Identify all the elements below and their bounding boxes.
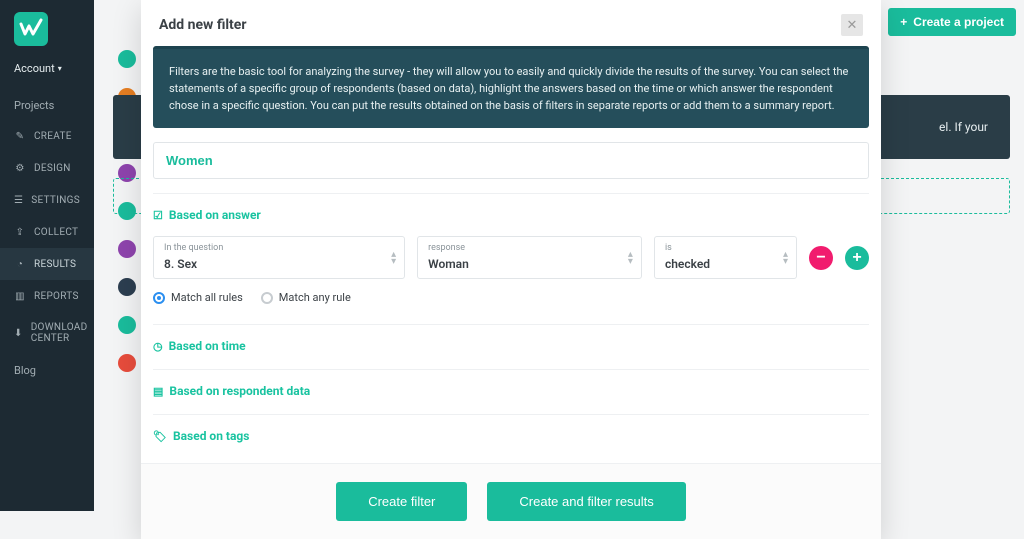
nav-label: REPORTS: [34, 291, 79, 302]
rule-row: In the question 8. Sex ▴▾ response Woman…: [153, 236, 869, 279]
updown-icon: ▴▾: [628, 251, 633, 265]
reports-icon: ▥: [14, 290, 26, 302]
filter-name-input[interactable]: [153, 142, 869, 179]
check-square-icon: ☑: [153, 209, 163, 222]
close-icon: ✕: [847, 17, 858, 33]
nav-label: DESIGN: [34, 163, 71, 174]
section-based-on-time: ◷ Based on time: [153, 324, 869, 369]
radio-label: Match all rules: [171, 291, 243, 304]
create-icon: ✎: [14, 130, 26, 142]
section-based-on-respondent: ▤ Based on respondent data: [153, 369, 869, 414]
response-select[interactable]: response Woman ▴▾: [417, 236, 642, 279]
section-toggle-time[interactable]: ◷ Based on time: [153, 339, 869, 363]
nav-label: COLLECT: [34, 227, 78, 238]
add-rule-button[interactable]: +: [845, 246, 869, 270]
modal-footer: Create filter Create and filter results: [141, 463, 881, 539]
nav-item-design[interactable]: ⚙ DESIGN: [0, 152, 94, 184]
create-and-filter-button[interactable]: Create and filter results: [487, 482, 685, 521]
nav-label: SETTINGS: [31, 195, 80, 206]
select-value: checked: [665, 257, 710, 271]
select-label: is: [665, 243, 774, 253]
nav-item-download-center[interactable]: ⬇ DOWNLOAD CENTER: [0, 312, 94, 354]
remove-rule-button[interactable]: −: [809, 246, 833, 270]
nav-section-title: Projects: [0, 89, 94, 120]
question-select[interactable]: In the question 8. Sex ▴▾: [153, 236, 405, 279]
design-icon: ⚙: [14, 162, 26, 174]
nav-item-collect[interactable]: ⇪ COLLECT: [0, 216, 94, 248]
sidebar: Account ▾ Projects ✎ CREATE ⚙ DESIGN ☰ S…: [0, 0, 94, 511]
section-based-on-answer: ☑ Based on answer In the question 8. Sex…: [153, 193, 869, 324]
close-button[interactable]: ✕: [841, 14, 863, 36]
section-toggle-tags[interactable]: 🏷 Based on tags: [153, 429, 869, 457]
caret-down-icon: ▾: [58, 64, 62, 73]
plus-icon: +: [852, 249, 861, 267]
condition-select[interactable]: is checked ▴▾: [654, 236, 797, 279]
nav-item-settings[interactable]: ☰ SETTINGS: [0, 184, 94, 216]
section-toggle-respondent[interactable]: ▤ Based on respondent data: [153, 384, 869, 408]
create-filter-button[interactable]: Create filter: [336, 482, 467, 521]
nav-item-blog[interactable]: Blog: [0, 354, 94, 387]
updown-icon: ▴▾: [391, 251, 396, 265]
nav-item-create[interactable]: ✎ CREATE: [0, 120, 94, 152]
minus-icon: −: [816, 249, 825, 267]
account-dropdown[interactable]: Account ▾: [0, 58, 94, 89]
section-title: Based on answer: [169, 208, 261, 222]
nav-label: CREATE: [34, 131, 72, 142]
collect-icon: ⇪: [14, 226, 26, 238]
select-label: In the question: [164, 243, 382, 253]
radio-label: Match any rule: [279, 291, 351, 304]
match-any-radio[interactable]: Match any rule: [261, 291, 351, 304]
select-label: response: [428, 243, 619, 253]
select-value: Woman: [428, 257, 469, 271]
nav-item-reports[interactable]: ▥ REPORTS: [0, 280, 94, 312]
download-icon: ⬇: [14, 327, 23, 339]
add-filter-modal: Add new filter ✕ Filters are the basic t…: [141, 0, 881, 539]
tag-icon: 🏷: [153, 430, 167, 443]
match-mode-row: Match all rules Match any rule: [153, 285, 869, 318]
select-value: 8. Sex: [164, 257, 197, 271]
updown-icon: ▴▾: [783, 251, 788, 265]
results-icon: ◔: [14, 258, 26, 270]
radio-icon: [261, 292, 273, 304]
nav-label: RESULTS: [34, 259, 76, 270]
section-title: Based on respondent data: [169, 384, 310, 398]
modal-title: Add new filter: [159, 17, 247, 33]
section-title: Based on tags: [173, 429, 249, 443]
radio-icon: [153, 292, 165, 304]
nav-item-results[interactable]: ◔ RESULTS: [0, 248, 94, 280]
modal-header: Add new filter ✕: [141, 0, 881, 46]
card-icon: ▤: [153, 385, 163, 398]
section-toggle-answer[interactable]: ☑ Based on answer: [153, 208, 869, 222]
section-based-on-tags: 🏷 Based on tags: [153, 414, 869, 463]
app-logo[interactable]: [14, 12, 48, 46]
section-title: Based on time: [169, 339, 246, 353]
nav-label: DOWNLOAD CENTER: [31, 322, 88, 344]
info-box: Filters are the basic tool for analyzing…: [153, 46, 869, 128]
account-label: Account: [14, 62, 55, 75]
clock-icon: ◷: [153, 340, 163, 353]
settings-icon: ☰: [14, 194, 23, 206]
match-all-radio[interactable]: Match all rules: [153, 291, 243, 304]
